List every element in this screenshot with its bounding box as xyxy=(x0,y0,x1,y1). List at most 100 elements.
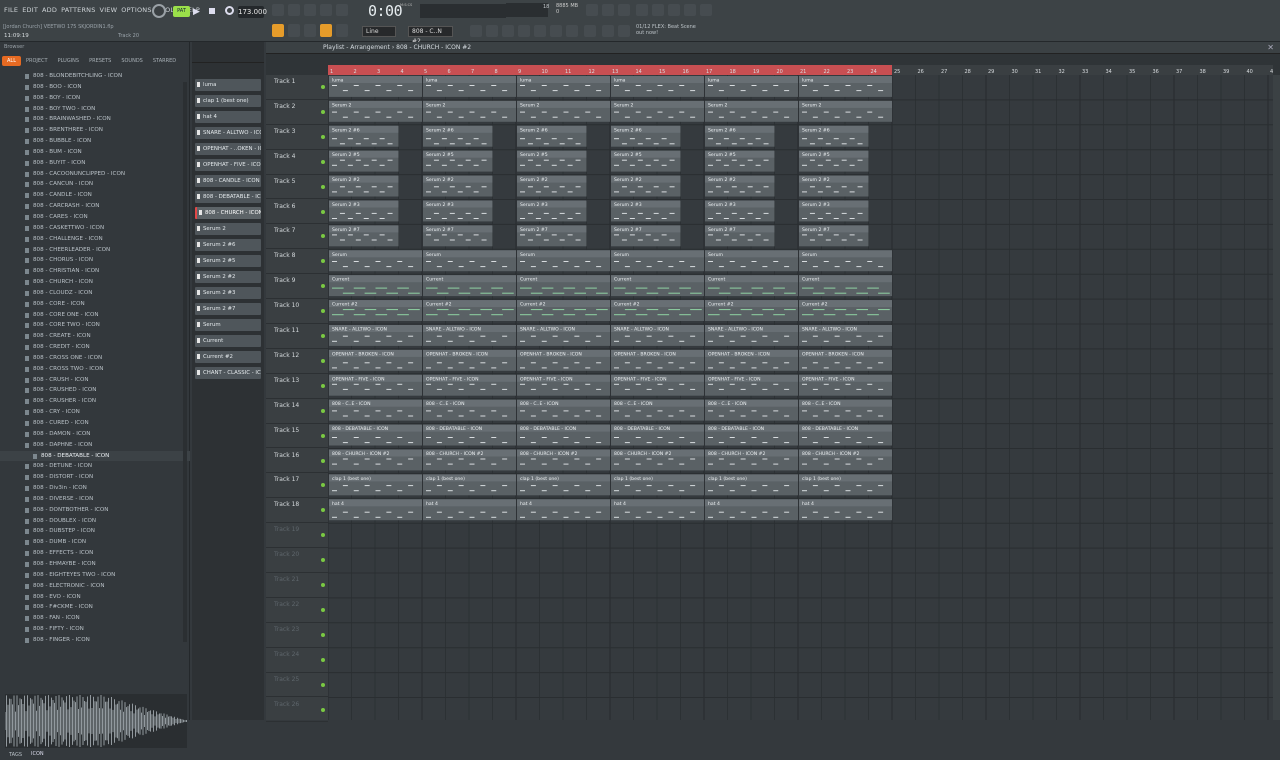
picker-item[interactable]: Current xyxy=(195,335,261,347)
browser-item[interactable]: 808 - BUYIT - ICON xyxy=(0,158,190,169)
browser-tab-starred[interactable]: STARRED xyxy=(148,56,181,66)
snap-select[interactable]: Line xyxy=(362,26,396,37)
browser-item[interactable]: 808 - DISTORT - ICON xyxy=(0,472,190,483)
time-display[interactable]: 0:00 xyxy=(368,2,403,20)
browser-item[interactable]: 808 - DONTBOTHER - ICON xyxy=(0,505,190,516)
browser-item[interactable]: 808 - CREATE - ICON xyxy=(0,331,190,342)
browser-item[interactable]: 808 - CHEERLEADER - ICON xyxy=(0,245,190,256)
picker-item[interactable]: Serum 2 #3 xyxy=(195,287,261,299)
stamp-icon[interactable] xyxy=(336,24,348,37)
master-volume-slider[interactable] xyxy=(420,4,506,18)
arrangement-grid[interactable]: luma luma luma luma luma luma Serum 2 Serum 2 Se… xyxy=(328,75,1273,720)
track-header[interactable]: Track 15 xyxy=(266,424,328,449)
track-mute-led[interactable] xyxy=(321,533,325,538)
playlist-icon[interactable] xyxy=(486,25,498,37)
browser-item[interactable]: 808 - CREDIT - ICON xyxy=(0,342,190,353)
pattern-select[interactable]: 808 - C..N #2 xyxy=(408,26,453,45)
mixer-view-icon[interactable] xyxy=(518,25,530,37)
loop-record-icon[interactable] xyxy=(320,4,332,16)
browser-item[interactable]: 808 - CORE - ICON xyxy=(0,299,190,310)
track-mute-led[interactable] xyxy=(321,358,325,363)
close-icon[interactable]: ✕ xyxy=(1267,43,1274,52)
tags-value[interactable]: ICON xyxy=(31,751,44,757)
track-header[interactable]: Track 13 xyxy=(266,374,328,399)
browser-item[interactable]: 808 - CACOONUNCLIPPED - ICON xyxy=(0,169,190,180)
browser-item[interactable]: 808 - CORE TWO - ICON xyxy=(0,320,190,331)
browser-view-icon[interactable] xyxy=(534,25,546,37)
piano-icon[interactable] xyxy=(502,25,514,37)
pencil-icon[interactable] xyxy=(304,24,316,37)
browser-item[interactable]: 808 - CANCUN - ICON xyxy=(0,179,190,190)
metronome-icon[interactable] xyxy=(272,4,284,16)
browser-item[interactable]: 808 - CRUSHER - ICON xyxy=(0,396,190,407)
track-header[interactable]: Track 2 xyxy=(266,100,328,125)
track-header[interactable]: Track 26 xyxy=(266,698,328,723)
track-mute-led[interactable] xyxy=(321,558,325,563)
track-mute-led[interactable] xyxy=(321,159,325,164)
track-header[interactable]: Track 23 xyxy=(266,623,328,648)
browser-item[interactable]: 808 - EVO - ICON xyxy=(0,592,190,603)
plug-icon[interactable] xyxy=(566,25,578,37)
info-icon[interactable] xyxy=(684,4,696,16)
browser-item[interactable]: 808 - DEBATABLE - ICON xyxy=(0,450,190,462)
track-mute-led[interactable] xyxy=(321,657,325,662)
track-mute-led[interactable] xyxy=(321,408,325,413)
track-mute-led[interactable] xyxy=(321,508,325,513)
picker-item[interactable]: Serum xyxy=(195,319,261,331)
pattern-song-toggle[interactable] xyxy=(152,4,166,18)
picker-item[interactable]: luma xyxy=(195,79,261,91)
tempo-display[interactable]: 173.000 xyxy=(238,6,267,18)
track-mute-led[interactable] xyxy=(321,259,325,264)
browser-tab-all[interactable]: ALL xyxy=(2,56,21,66)
track-header[interactable]: Track 7 xyxy=(266,224,328,250)
news-panel[interactable]: 01/12 FLEX: Beat Scene out now! xyxy=(636,24,696,36)
track-mute-led[interactable] xyxy=(321,309,325,314)
mixer-icon[interactable] xyxy=(602,4,614,16)
browser-item[interactable]: 808 - DIVERSE - ICON xyxy=(0,494,190,505)
countdown-icon[interactable] xyxy=(304,4,316,16)
plugin-icon[interactable] xyxy=(550,25,562,37)
picker-item[interactable]: Serum 2 xyxy=(195,223,261,235)
browser-item[interactable]: 808 - Div3in - ICON xyxy=(0,483,190,494)
play-icon[interactable]: ▶ xyxy=(193,7,200,17)
picker-item[interactable]: Serum 2 #5 xyxy=(195,255,261,267)
browser-item[interactable]: 808 - BLONDEBITCHLING - ICON xyxy=(0,71,190,82)
track-mute-led[interactable] xyxy=(321,134,325,139)
browser-item[interactable]: 808 - EIGHTEYES TWO - ICON xyxy=(0,570,190,581)
wait-input-icon[interactable] xyxy=(288,4,300,16)
browser-scrollbar[interactable] xyxy=(183,82,187,642)
browser-item[interactable]: 808 - CHRISTIAN - ICON xyxy=(0,266,190,277)
picker-item[interactable]: Current #2 xyxy=(195,351,261,363)
browser-item[interactable]: 808 - BRENTHREE - ICON xyxy=(0,125,190,136)
browser-item[interactable]: 808 - CROSS TWO - ICON xyxy=(0,364,190,375)
online-icon[interactable] xyxy=(586,4,598,16)
track-mute-led[interactable] xyxy=(321,383,325,388)
track-header[interactable]: Track 22 xyxy=(266,598,328,623)
track-header[interactable]: Track 1 xyxy=(266,75,328,100)
browser-item[interactable]: 808 - CARCRASH - ICON xyxy=(0,201,190,212)
browser-item[interactable]: 808 - CRUSH - ICON xyxy=(0,375,190,386)
browser-item[interactable]: 808 - CASKETTWO - ICON xyxy=(0,223,190,234)
add-pattern-icon[interactable] xyxy=(470,25,482,37)
snap-icon[interactable] xyxy=(272,24,284,37)
track-header[interactable]: Track 20 xyxy=(266,548,328,573)
track-mute-led[interactable] xyxy=(321,284,325,289)
browser-item[interactable]: 808 - CHORUS - ICON xyxy=(0,255,190,266)
picker-item[interactable]: Serum 2 #6 xyxy=(195,239,261,251)
track-header[interactable]: Track 9 xyxy=(266,274,328,300)
track-header[interactable]: Track 17 xyxy=(266,473,328,499)
menu-options[interactable]: OPTIONS xyxy=(119,4,153,16)
track-mute-led[interactable] xyxy=(321,209,325,214)
browser-item[interactable]: 808 - BRAINWASHED - ICON xyxy=(0,114,190,125)
playlist-scrollbar[interactable] xyxy=(1273,75,1280,720)
track-mute-led[interactable] xyxy=(321,707,325,712)
browser-item[interactable]: 808 - FIFTY - ICON xyxy=(0,624,190,635)
browser-item[interactable]: 808 - DAMON - ICON xyxy=(0,429,190,440)
track-mute-led[interactable] xyxy=(321,433,325,438)
track-header[interactable]: Track 12 xyxy=(266,349,328,374)
step-edit-icon[interactable] xyxy=(336,4,348,16)
stop-icon[interactable] xyxy=(209,8,215,14)
picker-item[interactable]: OPENHAT - ..OKEN - ICON xyxy=(195,143,261,155)
browser-item[interactable]: 808 - ELECTRONIC - ICON xyxy=(0,581,190,592)
track-header[interactable]: Track 18 xyxy=(266,498,328,524)
